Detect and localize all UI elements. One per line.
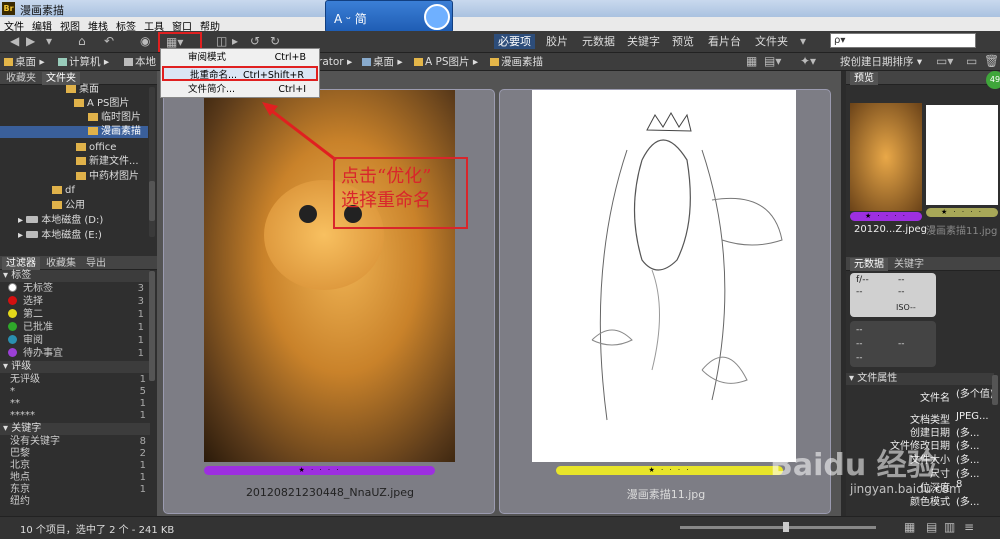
annotation-box: 点击“优化” 选择重命名 bbox=[333, 157, 468, 229]
watermark-logo: Baidu 经验 bbox=[770, 448, 937, 483]
watermark-url: jingyan.baidu.com bbox=[850, 482, 961, 496]
annotation-line: 选择重命名 bbox=[341, 190, 431, 211]
annotation-line: 点击“优化” bbox=[341, 166, 432, 187]
